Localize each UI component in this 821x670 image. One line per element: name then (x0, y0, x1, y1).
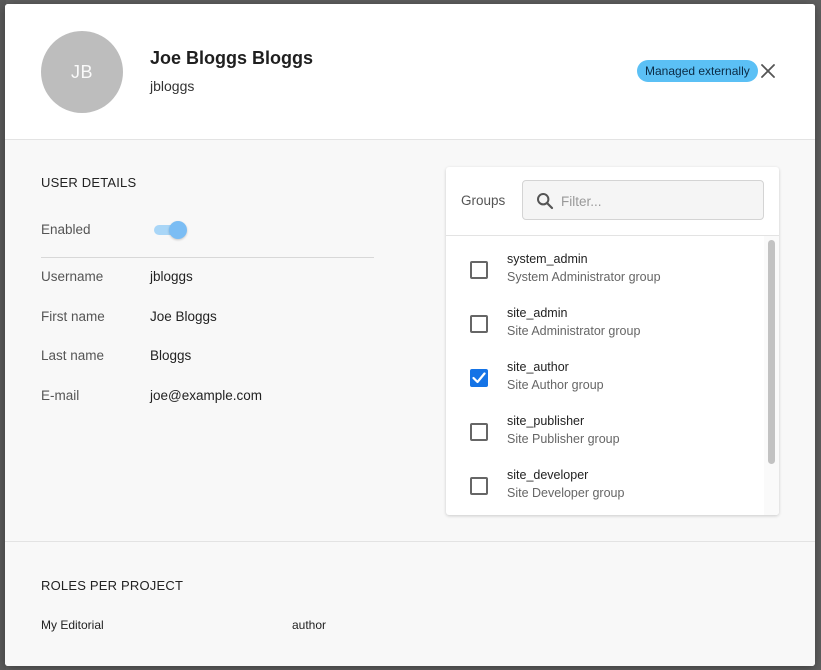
toggle-thumb (169, 221, 187, 239)
group-description: Site Author group (507, 378, 604, 392)
roles-section: ROLES PER PROJECT My Editorial author (5, 542, 815, 666)
role-name: author (292, 618, 327, 632)
groups-label: Groups (461, 193, 506, 208)
user-username-subtitle: jbloggs (150, 78, 195, 94)
last-name-value: Bloggs (150, 348, 192, 363)
user-full-name: Joe Bloggs Bloggs (150, 48, 314, 68)
groups-filter-input[interactable] (559, 190, 758, 212)
avatar-initials: JB (70, 61, 93, 82)
group-name: site_developer (507, 468, 589, 482)
groups-header: Groups (446, 167, 779, 236)
group-item-site-publisher[interactable]: site_publisher Site Publisher group (446, 398, 764, 452)
group-checkbox-checked[interactable] (470, 369, 488, 387)
groups-list: system_admin System Administrator group … (446, 236, 779, 515)
group-description: System Administrator group (507, 270, 661, 284)
close-button[interactable] (757, 60, 779, 82)
enabled-label: Enabled (41, 222, 91, 237)
search-icon (537, 193, 554, 210)
group-item-site-author[interactable]: site_author Site Author group (446, 344, 764, 398)
first-name-label: First name (41, 309, 105, 324)
user-details-title: USER DETAILS (41, 175, 137, 190)
first-name-value: Joe Bloggs (150, 309, 217, 324)
group-checkbox[interactable] (470, 261, 488, 279)
group-name: site_author (507, 360, 569, 374)
user-dialog: JB Joe Bloggs Bloggs jbloggs Managed ext… (5, 4, 815, 666)
username-value: jbloggs (150, 269, 193, 284)
group-item-site-admin[interactable]: site_admin Site Administrator group (446, 290, 764, 344)
last-name-label: Last name (41, 348, 105, 363)
managed-externally-badge: Managed externally (637, 60, 758, 82)
email-label: E-mail (41, 388, 80, 403)
enabled-toggle[interactable] (154, 220, 188, 240)
groups-filter[interactable] (522, 180, 764, 220)
group-description: Site Administrator group (507, 324, 641, 338)
dialog-header: JB Joe Bloggs Bloggs jbloggs Managed ext… (5, 4, 815, 140)
role-project-name: My Editorial (41, 618, 104, 632)
details-divider (41, 257, 374, 258)
group-checkbox[interactable] (470, 315, 488, 333)
group-checkbox[interactable] (470, 477, 488, 495)
group-item-site-developer[interactable]: site_developer Site Developer group (446, 452, 764, 506)
group-name: site_admin (507, 306, 568, 320)
close-icon (761, 64, 775, 78)
checkmark-icon (472, 372, 486, 384)
group-description: Site Publisher group (507, 432, 620, 446)
avatar: JB (41, 31, 123, 113)
group-name: system_admin (507, 252, 588, 266)
group-name: site_publisher (507, 414, 585, 428)
username-label: Username (41, 269, 104, 284)
groups-scrollbar-thumb[interactable] (768, 240, 775, 464)
groups-panel: Groups system_admin System Administrator… (446, 167, 779, 515)
dialog-body: USER DETAILS Enabled Username jbloggs Fi… (5, 140, 815, 542)
group-item-system-admin[interactable]: system_admin System Administrator group (446, 236, 764, 290)
email-value: joe@example.com (150, 388, 263, 403)
group-checkbox[interactable] (470, 423, 488, 441)
group-description: Site Developer group (507, 486, 625, 500)
roles-title: ROLES PER PROJECT (41, 578, 184, 593)
